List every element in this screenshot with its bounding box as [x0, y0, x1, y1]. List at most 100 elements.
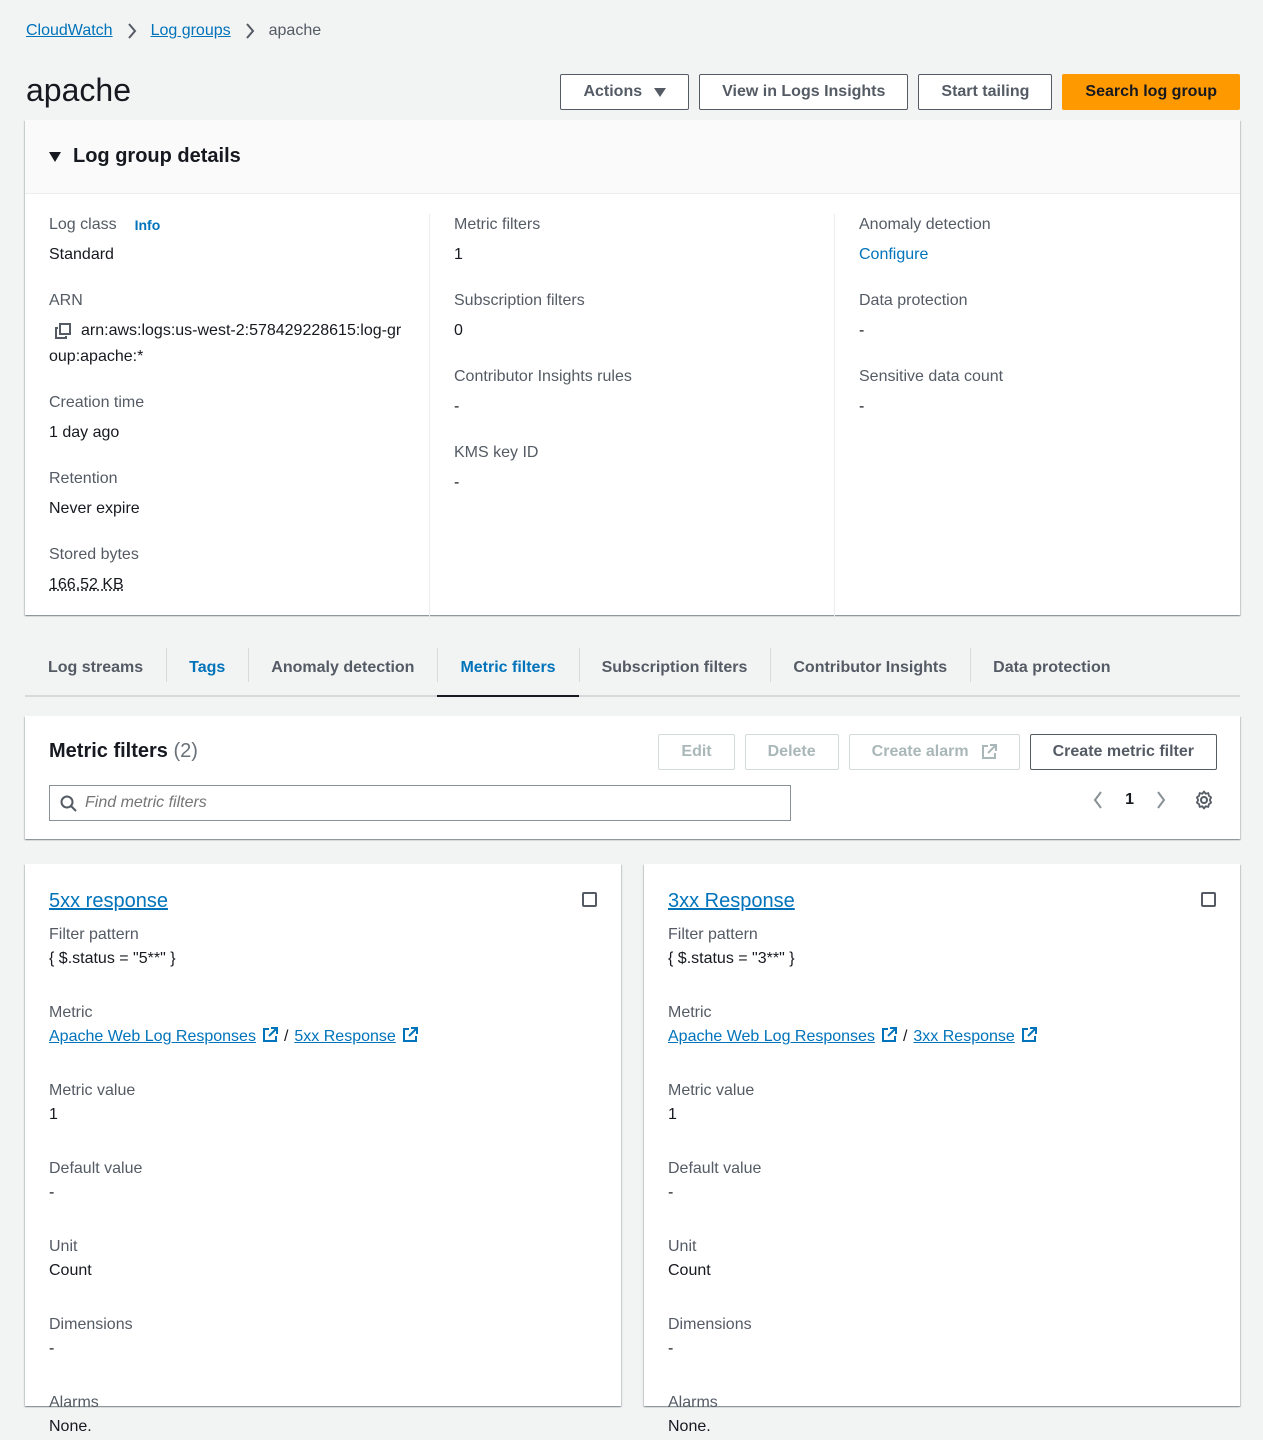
creation-time-label: Creation time	[49, 394, 145, 411]
caret-down-icon	[654, 87, 667, 97]
arn-value: arn:aws:logs:us-west-2:578429228615:log-…	[49, 322, 402, 365]
default-value: -	[49, 1184, 55, 1201]
configure-link[interactable]: Configure	[859, 246, 928, 263]
actions-label: Actions	[583, 83, 643, 100]
tab-subscription-filters[interactable]: Subscription filters	[578, 640, 771, 695]
search-input[interactable]	[85, 794, 745, 812]
metric-namespace-link[interactable]: Apache Web Log Responses	[49, 1024, 278, 1050]
contributor-insights-rules-value: -	[454, 398, 460, 415]
default-value: -	[668, 1184, 674, 1201]
tab-tags[interactable]: Tags	[166, 640, 248, 695]
filter-pattern-label: Filter pattern	[668, 926, 758, 943]
metric-filters-heading: Metric filters (2)	[49, 740, 198, 763]
metric-value: 1	[49, 1106, 58, 1123]
metric-value-label: Metric value	[49, 1082, 136, 1099]
actions-dropdown-button[interactable]: Actions	[560, 74, 690, 110]
tab-contributor-insights[interactable]: Contributor Insights	[770, 640, 970, 695]
sensitive-data-count-label: Sensitive data count	[859, 368, 1004, 385]
dimensions-label: Dimensions	[49, 1316, 133, 1333]
metric-filters-value: 1	[454, 246, 463, 263]
alarms-label: Alarms	[49, 1394, 99, 1411]
unit-value: Count	[49, 1262, 92, 1279]
metric-filter-card-3xx: 3xx Response Filter pattern { $.status =…	[644, 864, 1240, 1435]
metric-filters-count: (2)	[173, 740, 198, 762]
metric-namespace-link[interactable]: Apache Web Log Responses	[668, 1024, 897, 1050]
kms-key-id-value: -	[454, 474, 460, 491]
default-value-label: Default value	[668, 1160, 762, 1177]
tab-anomaly-detection[interactable]: Anomaly detection	[248, 640, 437, 695]
sensitive-data-count-value: -	[859, 398, 865, 415]
retention-value: Never expire	[49, 500, 140, 517]
metric-filters-title: Metric filters	[49, 740, 168, 762]
default-value-label: Default value	[49, 1160, 143, 1177]
metric-name-link[interactable]: 3xx Response	[913, 1024, 1037, 1050]
select-checkbox[interactable]	[582, 892, 597, 907]
metric-value: 1	[668, 1106, 677, 1123]
metric-namespace-text: Apache Web Log Responses	[49, 1028, 256, 1045]
tab-data-protection[interactable]: Data protection	[970, 640, 1133, 695]
dimensions-label: Dimensions	[668, 1316, 752, 1333]
dimensions-value: -	[49, 1340, 55, 1357]
filter-name-link[interactable]: 3xx Response	[668, 890, 795, 912]
start-tailing-button[interactable]: Start tailing	[918, 74, 1053, 110]
external-link-icon	[1021, 1027, 1037, 1042]
metric-name-text: 3xx Response	[913, 1028, 1015, 1045]
delete-button[interactable]: Delete	[744, 734, 839, 770]
log-group-details-heading: Log group details	[73, 145, 241, 167]
view-in-logs-insights-button[interactable]: View in Logs Insights	[699, 74, 909, 110]
metric-name-text: 5xx Response	[294, 1028, 396, 1045]
stored-bytes-label: Stored bytes	[49, 546, 139, 563]
log-group-details-header[interactable]: Log group details	[25, 120, 1240, 194]
external-link-icon	[262, 1027, 278, 1042]
filter-pattern-value: { $.status = "5**" }	[49, 950, 176, 967]
metric-label: Metric	[49, 1004, 93, 1021]
unit-label: Unit	[49, 1238, 78, 1255]
details-column-3: Anomaly detection Configure Data protecti…	[835, 214, 1240, 620]
unit-label: Unit	[668, 1238, 697, 1255]
pagination: 1	[1093, 790, 1214, 810]
alarms-value: None.	[668, 1418, 711, 1435]
filter-pattern-label: Filter pattern	[49, 926, 139, 943]
data-protection-value: -	[859, 322, 865, 339]
breadcrumb-log-groups[interactable]: Log groups	[151, 22, 231, 40]
select-checkbox[interactable]	[1201, 892, 1216, 907]
log-group-details-panel: Log group details Log class Info Standard…	[25, 120, 1240, 620]
log-class-value: Standard	[49, 246, 114, 263]
metric-value-label: Metric value	[668, 1082, 755, 1099]
log-class-label: Log class	[49, 216, 117, 233]
create-alarm-button[interactable]: Create alarm	[848, 734, 1020, 770]
breadcrumb-current: apache	[268, 22, 322, 39]
anomaly-detection-label: Anomaly detection	[859, 216, 991, 233]
caret-down-icon	[49, 151, 61, 162]
page-title: apache	[26, 72, 131, 108]
edit-button[interactable]: Edit	[658, 734, 735, 770]
dimensions-value: -	[668, 1340, 674, 1357]
tab-bar: Log streams Tags Anomaly detection Metri…	[25, 640, 1240, 697]
metric-filter-card-5xx: 5xx response Filter pattern { $.status =…	[25, 864, 621, 1435]
metric-namespace-text: Apache Web Log Responses	[668, 1028, 875, 1045]
retention-label: Retention	[49, 470, 118, 487]
search-log-group-button[interactable]: Search log group	[1062, 74, 1240, 110]
search-box	[49, 785, 791, 821]
metric-label: Metric	[668, 1004, 712, 1021]
details-column-2: Metric filters 1 Subscription filters 0 Co…	[430, 214, 835, 620]
breadcrumb-cloudwatch[interactable]: CloudWatch	[26, 22, 113, 40]
chevron-right-icon[interactable]	[1156, 791, 1166, 809]
tab-log-streams[interactable]: Log streams	[25, 640, 166, 695]
create-metric-filter-button[interactable]: Create metric filter	[1029, 734, 1217, 770]
stored-bytes-value[interactable]: 166.52 KB	[49, 576, 124, 593]
gear-icon[interactable]	[1194, 790, 1214, 810]
metric-name-link[interactable]: 5xx Response	[294, 1024, 418, 1050]
current-page[interactable]: 1	[1125, 791, 1134, 809]
filter-name-link[interactable]: 5xx response	[49, 890, 168, 912]
external-link-icon	[402, 1027, 418, 1042]
info-link[interactable]: Info	[135, 214, 161, 236]
subscription-filters-label: Subscription filters	[454, 292, 585, 309]
tab-metric-filters[interactable]: Metric filters	[437, 640, 579, 697]
arn-label: ARN	[49, 292, 83, 309]
create-alarm-label: Create alarm	[871, 743, 969, 760]
chevron-left-icon[interactable]	[1093, 791, 1103, 809]
chevron-right-icon	[245, 23, 254, 39]
metric-filters-label: Metric filters	[454, 216, 541, 233]
metric-filters-actions: Edit Delete Create alarm Create metric f…	[658, 734, 1217, 770]
